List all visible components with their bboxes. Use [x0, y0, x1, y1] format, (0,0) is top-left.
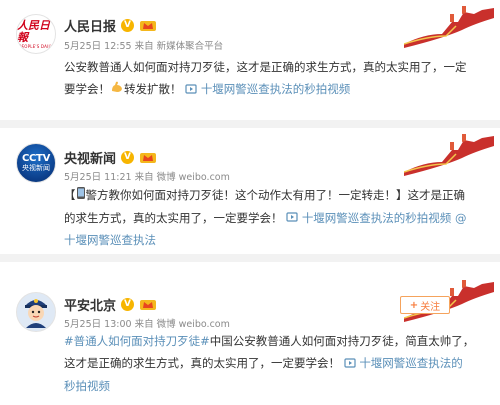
avatar-cctv-subtext: 央视新闻: [22, 164, 50, 172]
topic-link[interactable]: #普通人如何面对持刀歹徒#: [64, 334, 210, 348]
post-meta: 5月25日 12:55 来自 新媒体聚合平台: [64, 40, 223, 54]
content-line: 要学会！ 转发扩散！ 十堰网警巡查执法的秒拍视频: [64, 78, 492, 101]
account-name[interactable]: 央视新闻: [64, 148, 116, 167]
content-text: 警方教你如何面对持刀歹徒！这个动作太有用了！一定转走！】这才是正确: [85, 188, 466, 202]
post-meta: 5月25日 11:21 来自 微博 weibo.com: [64, 171, 230, 185]
mention-at[interactable]: @: [455, 211, 467, 225]
great-wall-decoration-icon: [403, 132, 494, 180]
level-crown-icon: [139, 18, 157, 32]
verified-badge-icon: V: [121, 150, 135, 164]
post-content: #普通人如何面对持刀歹徒#中国公安教普通人如何面对持刀歹徒，简直太帅了， 这才是…: [64, 330, 492, 397]
avatar-cctvnews[interactable]: CCTV 央视新闻: [16, 143, 56, 183]
content-line: 十堰网警巡查执法: [64, 229, 492, 251]
level-crown-icon: [139, 297, 157, 311]
video-link-icon: [344, 353, 356, 375]
post-renminribao: 人民日報 PEOPLE'S DAILY 人民日报 V 5月25日 12:55 来…: [0, 0, 500, 120]
account-name[interactable]: 人民日报: [64, 16, 116, 35]
content-text: 要学会！: [64, 82, 110, 96]
content-line: #普通人如何面对持刀歹徒#中国公安教普通人如何面对持刀歹徒，简直太帅了，: [64, 330, 492, 352]
content-text: 这才是正确的求生方式，真的太实用了，一定要学会！: [64, 356, 340, 370]
avatar-pinganbeijing[interactable]: [16, 292, 56, 332]
avatar-logo-subtext: PEOPLE'S DAILY: [18, 43, 54, 49]
post-pinganbeijing: 平安北京 V 5月25日 13:00 来自 微博 weibo.com #普通人如…: [0, 262, 500, 405]
source-prefix: 来自: [134, 41, 154, 52]
mention-link[interactable]: 十堰网警巡查执法: [64, 233, 156, 247]
post-time[interactable]: 5月25日 12:55: [64, 41, 132, 52]
video-link-text[interactable]: 十堰网警巡查执法的秒拍视频: [201, 82, 351, 96]
follow-button-label: 关注: [420, 301, 441, 313]
post-content: 【警方教你如何面对持刀歹徒！这个动作太有用了！一定转走！】这才是正确 的求生方式…: [64, 184, 492, 251]
content-text: 的求生方式，真的太实用了，一定要学会！: [64, 210, 283, 225]
post-separator: [0, 120, 500, 128]
post-source: 微博 weibo.com: [156, 319, 230, 330]
muscle-emoji-icon: [110, 79, 124, 101]
video-link-icon: [185, 79, 197, 101]
content-text: 转发扩散！: [124, 82, 182, 96]
post-time[interactable]: 5月25日 13:00: [64, 319, 132, 330]
account-name-row: 平安北京 V: [64, 295, 157, 314]
content-line: 的求生方式，真的太实用了，一定要学会！ 十堰网警巡查执法的秒拍视频 @: [64, 207, 492, 230]
video-link[interactable]: 十堰网警巡查执法的: [344, 356, 463, 370]
follow-button[interactable]: + 关注: [400, 296, 450, 314]
post-cctvnews: CCTV 央视新闻 央视新闻 V 5月25日 11:21 来自 微博 weibo…: [0, 128, 500, 254]
post-source: 微博 weibo.com: [156, 172, 230, 183]
great-wall-decoration-icon: [403, 4, 494, 52]
video-link-text-cont[interactable]: 秒拍视频: [64, 379, 110, 393]
content-line: 【警方教你如何面对持刀歹徒！这个动作太有用了！一定转走！】这才是正确: [64, 184, 492, 207]
level-crown-icon: [139, 150, 157, 164]
avatar-logo-text: 人民日報: [17, 18, 50, 44]
content-line: 秒拍视频: [64, 375, 492, 397]
source-prefix: 来自: [134, 172, 154, 183]
video-link[interactable]: 十堰网警巡查执法的秒拍视频: [286, 211, 451, 225]
post-source: 新媒体聚合平台: [156, 41, 224, 52]
video-link-text[interactable]: 十堰网警巡查执法的: [359, 356, 463, 370]
post-time[interactable]: 5月25日 11:21: [64, 172, 132, 183]
follow-plus-icon: +: [409, 299, 419, 311]
video-link-text[interactable]: 十堰网警巡查执法的秒拍视频: [302, 211, 452, 225]
video-link-icon: [286, 207, 298, 229]
content-line: 公安教普通人如何面对持刀歹徒，这才是正确的求生方式，真的太实用了，一定: [64, 60, 467, 74]
source-prefix: 来自: [134, 319, 154, 330]
account-name-row: 人民日报 V: [64, 16, 157, 35]
police-mascot-icon: [18, 293, 54, 331]
content-line: 这才是正确的求生方式，真的太实用了，一定要学会！ 十堰网警巡查执法的: [64, 352, 492, 375]
phone-emoji-icon: [76, 185, 86, 207]
post-content: 公安教普通人如何面对持刀歹徒，这才是正确的求生方式，真的太实用了，一定 要学会！…: [64, 56, 492, 101]
post-separator: [0, 254, 500, 262]
account-name[interactable]: 平安北京: [64, 295, 116, 314]
verified-badge-icon: V: [121, 297, 135, 311]
content-text: 【: [64, 188, 76, 202]
video-link[interactable]: 十堰网警巡查执法的秒拍视频: [185, 82, 350, 96]
verified-badge-icon: V: [121, 18, 135, 32]
avatar-renminribao[interactable]: 人民日報 PEOPLE'S DAILY: [16, 14, 56, 54]
account-name-row: 央视新闻 V: [64, 148, 157, 167]
avatar-cctv-logo: CCTV: [21, 153, 51, 164]
content-text: 中国公安教普通人如何面对持刀歹徒，简直太帅了，: [209, 334, 475, 348]
